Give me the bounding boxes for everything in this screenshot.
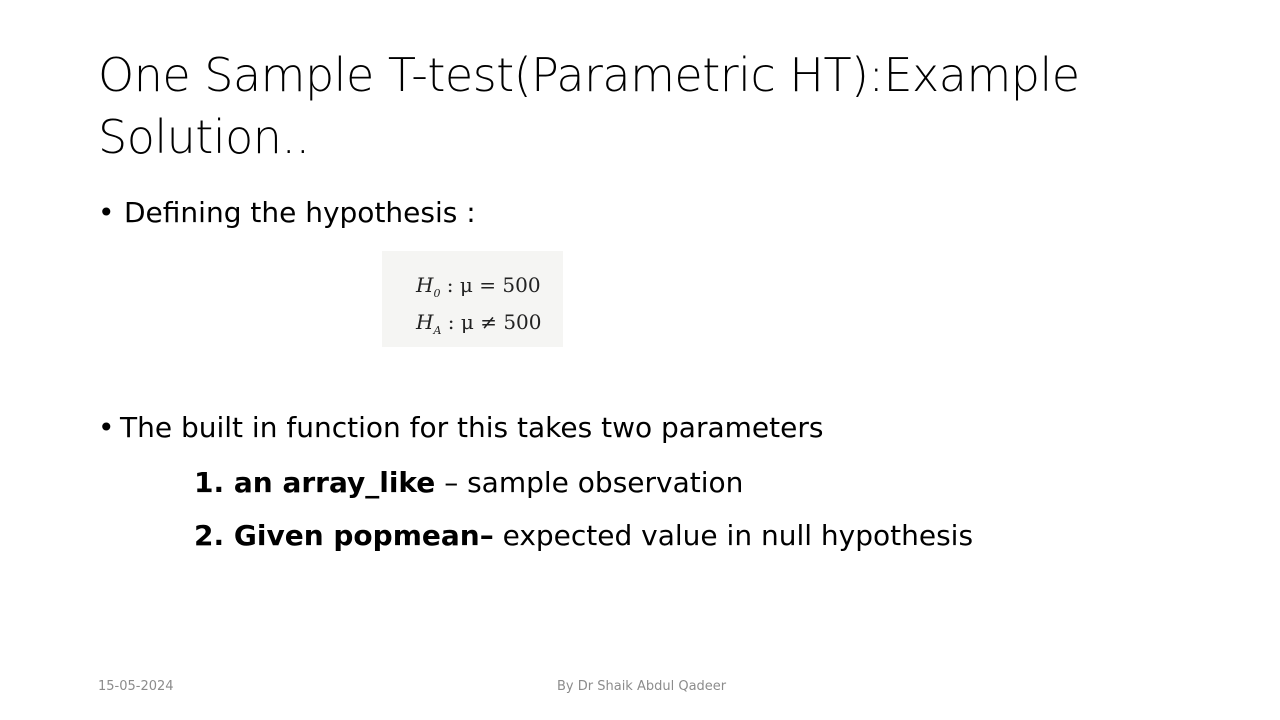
null-hypothesis: H0 : μ = 500 [416,273,541,300]
slide-title-line-1: One Sample T-test(Parametric HT):Example [98,48,1080,102]
h0-expression: : μ = 500 [440,273,541,297]
bullet-text: The built in function for this takes two… [120,411,824,444]
footer-author: By Dr Shaik Abdul Qadeer [557,679,727,694]
bullet-text: Defining the hypothesis : [124,196,476,229]
slide: One Sample T-test(Parametric HT):Example… [0,0,1280,720]
param-description: expected value in null hypothesis [493,519,974,552]
slide-title-line-2: Solution.. [98,110,310,164]
hypothesis-formula-image: H0 : μ = 500 HA : μ ≠ 500 [382,251,563,347]
param-name: 2. Given popmean– [194,519,494,552]
bullet-builtin-function: • The built in function for this takes tw… [98,411,823,444]
param-name: 1. an array_like [194,466,436,499]
param-description: – sample observation [435,466,744,499]
slide-title: One Sample T-test(Parametric HT):Example… [98,44,1198,168]
ha-expression: : μ ≠ 500 [441,310,542,334]
bullet-marker: • [98,196,115,229]
bullet-defining-hypothesis: • Defining the hypothesis : [98,196,476,229]
h0-symbol: H [416,273,434,297]
param-item-array-like: 1. an array_like – sample observation [194,466,743,499]
alternative-hypothesis: HA : μ ≠ 500 [416,310,542,337]
footer-date: 15-05-2024 [98,679,174,694]
param-item-popmean: 2. Given popmean– expected value in null… [194,519,973,552]
bullet-marker: • [98,411,115,444]
ha-symbol: H [416,310,434,334]
